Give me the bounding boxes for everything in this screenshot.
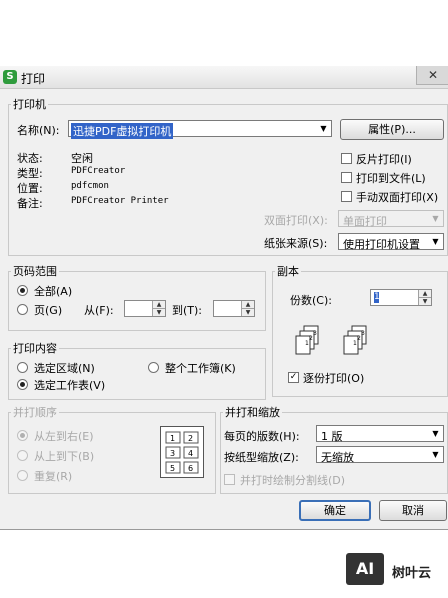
from-stepper[interactable]: ▲ ▼	[124, 300, 166, 317]
manual-duplex-label: 手动双面打印(X)	[356, 191, 439, 204]
title-bar[interactable]	[0, 66, 448, 89]
sheet-radio[interactable]	[17, 379, 28, 390]
spin-up-icon[interactable]: ▲	[418, 290, 431, 298]
paper-source-select[interactable]: 使用打印机设置 ▼	[338, 233, 444, 251]
stack2-page-2: 2	[357, 335, 361, 342]
grid-cell-1: 1	[170, 434, 175, 443]
stack1-page-1: 1	[305, 340, 309, 347]
close-icon[interactable]: ✕	[416, 66, 448, 85]
spin-down-icon[interactable]: ▼	[418, 298, 431, 305]
status-label: 状态:	[17, 152, 43, 165]
stack2-page-1: 1	[353, 340, 357, 347]
check-icon: ✓	[289, 372, 298, 382]
chevron-down-icon: ▼	[432, 429, 439, 438]
pages-per-sheet-select[interactable]: 1 版 ▼	[316, 425, 444, 443]
manual-duplex-checkbox[interactable]	[341, 191, 352, 202]
copies-legend: 副本	[277, 265, 299, 278]
draw-lines-checkbox[interactable]	[224, 474, 235, 485]
chevron-down-icon: ▼	[432, 214, 439, 223]
watermark-text: 树叶云	[392, 566, 432, 581]
scale-label: 按纸型缩放(Z):	[224, 451, 299, 464]
collate-checkbox[interactable]: ✓	[288, 372, 299, 383]
watermark-logo: AI	[346, 553, 384, 585]
stack2-page-3: 3	[361, 330, 365, 337]
left-to-right-radio[interactable]	[17, 430, 28, 441]
dialog-title: 打印	[21, 72, 46, 86]
copies-count-label: 份数(C):	[290, 294, 332, 307]
type-value: PDFCreator	[71, 166, 126, 176]
reverse-print-label: 反片打印(I)	[356, 153, 412, 166]
top-to-bottom-label: 从上到下(B)	[34, 450, 95, 463]
to-label: 到(T):	[172, 304, 203, 317]
top-to-bottom-radio[interactable]	[17, 450, 28, 461]
selection-label: 选定区域(N)	[34, 362, 95, 375]
location-value: pdfcmon	[71, 181, 109, 191]
grid-cell-2: 2	[188, 434, 193, 443]
chevron-down-icon: ▼	[432, 450, 439, 459]
printer-name-label: 名称(N):	[17, 124, 60, 137]
copies-count-stepper[interactable]: 1 ▲ ▼	[370, 289, 432, 306]
duplex-select[interactable]: 单面打印 ▼	[338, 210, 444, 228]
repeat-radio[interactable]	[17, 470, 28, 481]
ok-button[interactable]: 确定	[299, 500, 371, 521]
scale-select[interactable]: 无缩放 ▼	[316, 446, 444, 464]
grid-cell-6: 6	[188, 464, 193, 473]
spin-up-icon[interactable]: ▲	[241, 301, 254, 309]
spin-down-icon[interactable]: ▼	[152, 309, 165, 316]
location-label: 位置:	[17, 182, 43, 195]
printer-name-select[interactable]: 迅捷PDF虚拟打印机 ▼	[68, 120, 332, 139]
paper-source-label: 纸张来源(S):	[264, 237, 328, 250]
print-content-legend: 打印内容	[13, 342, 57, 355]
duplex-label: 双面打印(X):	[264, 214, 328, 227]
collate-illustration: 3 2 1 3 2 1	[295, 325, 367, 355]
draw-lines-label: 并打时绘制分割线(D)	[240, 474, 346, 487]
cancel-button[interactable]: 取消	[379, 500, 447, 521]
spin-up-icon[interactable]: ▲	[152, 301, 165, 309]
collate-stack-1-icon: 3 2 1	[295, 325, 319, 355]
grid-cell-3: 3	[170, 449, 175, 458]
page-range-all-label: 全部(A)	[34, 285, 73, 298]
print-order-legend: 并打顺序	[13, 406, 57, 419]
app-icon: S	[3, 70, 17, 84]
reverse-print-checkbox[interactable]	[341, 153, 352, 164]
comment-label: 备注:	[17, 197, 43, 210]
from-label: 从(F):	[84, 304, 114, 317]
page-range-pages-label: 页(G)	[34, 304, 63, 317]
left-to-right-label: 从左到右(E)	[34, 430, 94, 443]
page-range-all-radio[interactable]	[17, 285, 28, 296]
grid-cell-4: 4	[188, 449, 193, 458]
workbook-radio[interactable]	[148, 362, 159, 373]
print-to-file-label: 打印到文件(L)	[356, 172, 426, 185]
printer-name-value: 迅捷PDF虚拟打印机	[71, 123, 174, 139]
pages-per-sheet-label: 每页的版数(H):	[224, 430, 300, 443]
print-order-diagram: 1 2 3 4 5 6	[160, 426, 204, 478]
workbook-label: 整个工作簿(K)	[165, 362, 236, 375]
stack1-page-2: 2	[309, 335, 313, 342]
properties-button[interactable]: 属性(P)...	[340, 119, 444, 140]
merge-scale-legend: 并打和缩放	[225, 406, 280, 419]
stack1-page-3: 3	[313, 330, 317, 337]
collate-stack-2-icon: 3 2 1	[343, 325, 367, 355]
page-range-legend: 页码范围	[13, 265, 57, 278]
pages-per-sheet-value: 1 版	[321, 430, 343, 443]
grid-cell-5: 5	[170, 464, 175, 473]
status-value: 空闲	[71, 152, 93, 165]
collate-label: 逐份打印(O)	[303, 372, 365, 385]
type-label: 类型:	[17, 167, 43, 180]
print-to-file-checkbox[interactable]	[341, 172, 352, 183]
page-range-pages-radio[interactable]	[17, 304, 28, 315]
duplex-value: 单面打印	[343, 215, 387, 228]
spin-down-icon[interactable]: ▼	[241, 309, 254, 316]
sheet-label: 选定工作表(V)	[34, 379, 106, 392]
chevron-down-icon: ▼	[320, 124, 327, 133]
selection-radio[interactable]	[17, 362, 28, 373]
chevron-down-icon: ▼	[432, 237, 439, 246]
paper-source-value: 使用打印机设置	[343, 238, 420, 251]
printer-legend: 打印机	[13, 98, 46, 111]
scale-value: 无缩放	[321, 451, 354, 464]
repeat-label: 重复(R)	[34, 470, 73, 483]
comment-value: PDFCreator Printer	[71, 196, 169, 206]
copies-count-value: 1	[374, 292, 380, 303]
to-stepper[interactable]: ▲ ▼	[213, 300, 255, 317]
